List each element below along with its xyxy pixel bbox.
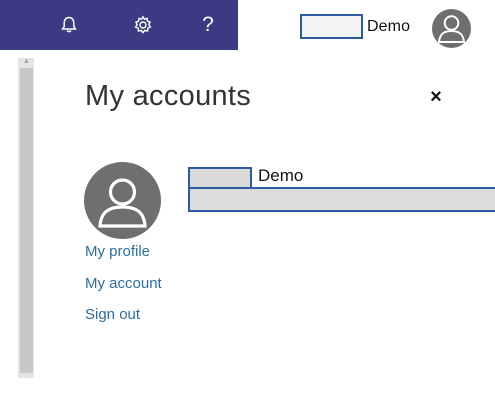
header-avatar[interactable]: [432, 9, 471, 48]
top-bar: ? Demo: [0, 0, 495, 50]
user-icon-large: [98, 178, 147, 228]
my-profile-link[interactable]: My profile: [85, 243, 150, 260]
account-avatar: [84, 162, 161, 239]
sign-out-link[interactable]: Sign out: [85, 306, 140, 323]
account-panel-window: ? Demo ▲ My accounts × Demo My profile M…: [0, 0, 495, 398]
user-icon: [437, 15, 466, 43]
account-name: Demo: [258, 166, 304, 185]
help-glyph: ?: [202, 13, 214, 36]
header-username[interactable]: Demo: [367, 18, 410, 36]
close-icon[interactable]: ×: [427, 87, 445, 107]
scrollbar-thumb[interactable]: [20, 68, 33, 373]
gear-icon[interactable]: [130, 12, 156, 38]
scroll-up-arrow-icon[interactable]: ▲: [20, 56, 33, 66]
redacted-email-box: [188, 187, 495, 212]
redacted-name-box: [300, 14, 363, 39]
panel-title: My accounts: [85, 80, 252, 112]
bell-icon[interactable]: [56, 12, 82, 38]
help-icon[interactable]: ?: [195, 12, 221, 38]
my-account-link[interactable]: My account: [85, 275, 162, 292]
